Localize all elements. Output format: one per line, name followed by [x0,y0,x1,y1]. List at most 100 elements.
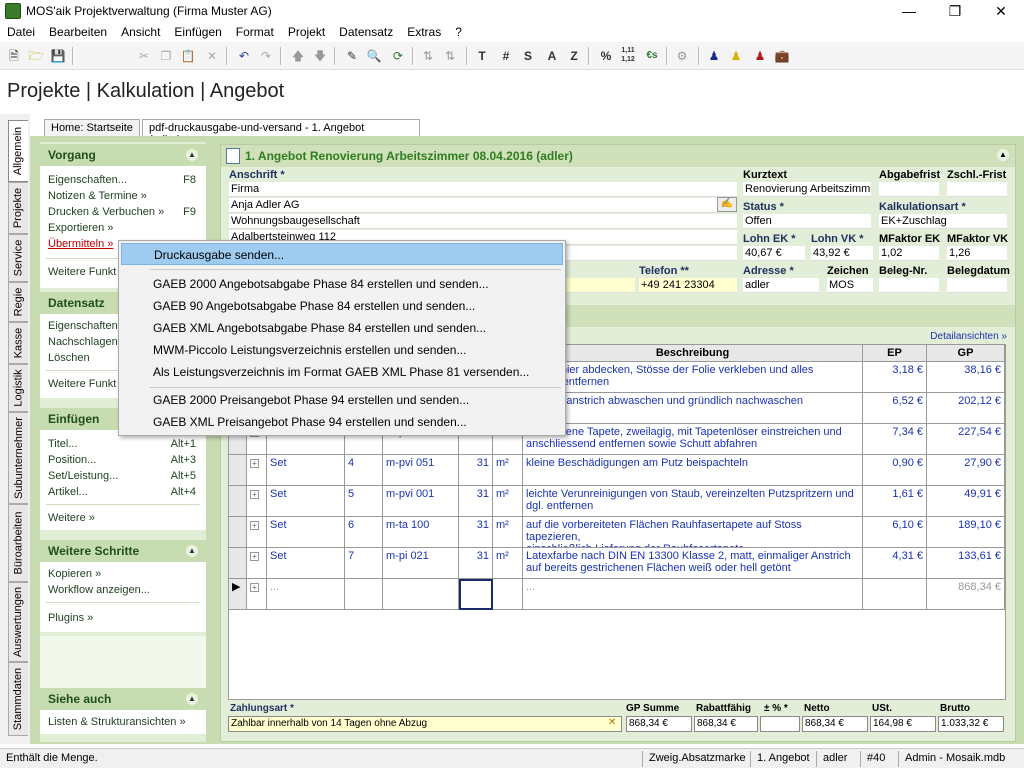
move-down-icon[interactable]: 🡇 [310,46,330,66]
expand-icon[interactable]: + [247,548,267,579]
kopieren-link[interactable]: Kopieren » [48,568,101,580]
open-icon[interactable]: 🗁 [26,46,46,66]
workflow-link[interactable]: Workflow anzeigen... [48,584,150,596]
pct-field[interactable] [760,716,800,732]
vtab-logistik[interactable]: Logistik [8,364,28,412]
cell-ep[interactable]: 1,61 € [863,486,927,517]
menu-item-mwm-piccolo[interactable]: MWM-Piccolo Leistungsverzeichnis erstell… [121,339,563,361]
cell-ep[interactable]: 0,90 € [863,455,927,486]
tab-angebot[interactable]: pdf-druckausgabe-und-versand - 1. Angebo… [142,119,420,146]
new-row-desc[interactable]: ... [523,579,863,610]
menu-ansicht[interactable]: Ansicht [114,22,167,42]
cell-gp[interactable]: 27,90 € [927,455,1005,486]
einfuegen-weitere-link[interactable]: Weitere » [48,512,95,524]
cell-desc[interactable]: Latexfarbe nach DIN EN 13300 Klasse 2, m… [523,548,863,579]
detailansichten-link[interactable]: Detailansichten » [930,331,1007,342]
belegnr-field[interactable] [879,278,939,293]
position-link[interactable]: Position... [48,454,96,466]
status-field[interactable]: Offen [743,214,871,229]
decimal-button[interactable]: 1,11 1,12 [618,46,638,66]
vtab-regie[interactable]: Regie [8,282,28,322]
user-blue-icon[interactable]: ♟ [704,46,724,66]
menu-bearbeiten[interactable]: Bearbeiten [42,22,114,42]
user-yellow-icon[interactable]: ♟ [726,46,746,66]
menu-item-gaebxml-94[interactable]: GAEB XML Preisangebot Phase 94 erstellen… [121,411,563,433]
cell-ep[interactable]: 3,18 € [863,362,927,393]
new-row-unit[interactable] [493,579,523,610]
row-header[interactable] [229,517,247,548]
menu-help[interactable]: ? [448,22,469,42]
zeichen-field[interactable]: MOS [827,278,873,293]
undo-icon[interactable]: ↶ [234,46,254,66]
plugins-link[interactable]: Plugins » [48,612,93,624]
cell-nr[interactable]: 7 [345,548,383,579]
current-row-arrow-icon[interactable]: ▶ [229,579,247,610]
cell-desc[interactable]: kleine Beschädigungen am Putz beispachte… [523,455,863,486]
menu-item-gaeb2000-84[interactable]: GAEB 2000 Angebotsabgabe Phase 84 erstel… [121,273,563,295]
move-up-icon[interactable]: 🡅 [288,46,308,66]
percent-button[interactable]: % [596,46,616,66]
eigenschaften-link[interactable]: Eigenschaften... [48,174,127,186]
anschrift-line-1[interactable]: Firma [229,182,737,197]
cell-desc[interactable]: mfarbenanstrich abwaschen und gründlich … [523,393,863,424]
telefon-field[interactable]: +49 241 23304 [639,278,737,293]
lohnvk-field[interactable]: 43,92 € [811,246,873,261]
cell-code[interactable]: m-ta 100 [383,517,459,548]
col-beschreibung[interactable]: Beschreibung [523,345,863,362]
sort-desc-icon[interactable]: ⇅ [440,46,460,66]
vtab-allgemein[interactable]: Allgemein [8,120,28,182]
clear-icon[interactable]: ✕ [608,717,616,728]
menu-format[interactable]: Format [229,22,281,42]
vtab-bueroarbeiten[interactable]: Büroarbeiten [8,504,28,582]
kurztext-field[interactable]: Renovierung Arbeitszimme [743,182,871,197]
col-gp[interactable]: GP [927,345,1005,362]
cell-ep[interactable]: 6,10 € [863,517,927,548]
sort-asc-icon[interactable]: ⇅ [418,46,438,66]
cell-type[interactable]: Set [267,455,345,486]
uebermitteln-link[interactable]: Übermitteln » [48,238,113,250]
text-s-button[interactable]: S [518,46,538,66]
cell-desc[interactable]: und Papier abdecken, Stösse der Folie ve… [523,362,863,393]
expand-icon[interactable]: + [247,455,267,486]
close-window-button[interactable]: ✕ [978,0,1024,22]
vtab-projekte[interactable]: Projekte [8,182,28,234]
collapse-icon[interactable]: ▲ [186,149,198,161]
cell-gp[interactable]: 202,12 € [927,393,1005,424]
cell-qty[interactable]: 31 [459,548,493,579]
menu-extras[interactable]: Extras [400,22,448,42]
row-header[interactable] [229,548,247,579]
new-icon[interactable]: 🗎 [4,46,24,66]
kalkulationsart-field[interactable]: EK+Zuschlag [879,214,1007,229]
menu-item-gaebxml-81[interactable]: Als Leistungsverzeichnis im Format GAEB … [121,361,563,383]
cell-gp[interactable]: 49,91 € [927,486,1005,517]
vtab-stammdaten[interactable]: Stammdaten [8,662,28,736]
cell-code[interactable]: m-pvi 001 [383,486,459,517]
notizen-link[interactable]: Notizen & Termine » [48,190,147,202]
row-header[interactable] [229,486,247,517]
cell-ep[interactable]: 6,52 € [863,393,927,424]
loeschen-link[interactable]: Löschen [48,352,90,364]
new-row-nr[interactable] [345,579,383,610]
cell-gp[interactable]: 38,16 € [927,362,1005,393]
cell-type[interactable]: Set [267,517,345,548]
cell-type[interactable]: Set [267,548,345,579]
redo-icon[interactable]: ↷ [256,46,276,66]
collapse-icon[interactable]: ▲ [997,149,1009,161]
weitere-funktionen-link[interactable]: Weitere Funkt [48,266,116,278]
collapse-icon[interactable]: ▲ [186,545,198,557]
menu-datei[interactable]: Datei [0,22,42,42]
expand-icon[interactable]: + [247,517,267,548]
briefcase-icon[interactable]: 💼 [772,46,792,66]
minimize-button[interactable]: — [886,0,932,22]
anschrift-line-2[interactable]: Anja Adler AG [229,198,717,213]
ds-weitere-link[interactable]: Weitere Funkt [48,378,116,390]
zahlungsart-field[interactable]: Zahlbar innerhalb von 14 Tagen ohne Abzu… [228,716,622,732]
cell-qty[interactable]: 31 [459,486,493,517]
edit-icon[interactable]: ✎ [342,46,362,66]
drucken-link[interactable]: Drucken & Verbuchen » [48,206,164,218]
cell-unit[interactable]: m² [493,517,523,548]
save-icon[interactable]: 💾 [48,46,68,66]
paste-icon[interactable]: 📋 [178,46,198,66]
cell-code[interactable]: m-pi 021 [383,548,459,579]
vtab-service[interactable]: Service [8,234,28,282]
